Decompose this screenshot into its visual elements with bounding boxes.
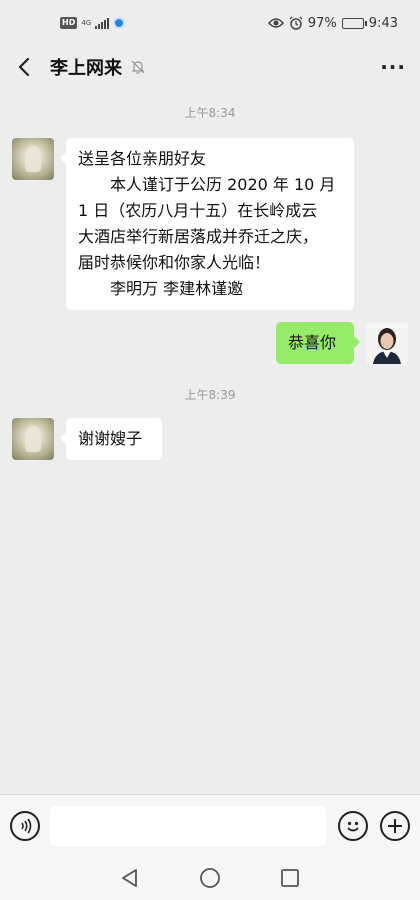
avatar-figure bbox=[25, 146, 41, 172]
nav-back-icon[interactable] bbox=[120, 868, 140, 888]
message-line: 大酒店举行新居落成并乔迁之庆， bbox=[78, 227, 319, 246]
hd-badge: HD bbox=[60, 17, 78, 29]
status-bar: HD 4G 97% 9:43 bbox=[0, 0, 420, 46]
avatar-figure bbox=[25, 426, 41, 452]
message-line: 李明万 李建林谨邀 bbox=[110, 279, 244, 298]
message-bubble[interactable]: 谢谢嫂子 bbox=[60, 418, 162, 460]
nav-recents-icon[interactable] bbox=[280, 868, 300, 888]
message-line: 本人谨订于公历 2020 年 10 月 bbox=[110, 175, 336, 194]
chat-header: 李上网来 ··· bbox=[0, 46, 420, 88]
battery-icon bbox=[341, 17, 367, 29]
battery-percent: 97% bbox=[307, 15, 337, 31]
clock: 9:43 bbox=[368, 15, 398, 31]
avatar[interactable] bbox=[12, 138, 54, 180]
message-line: 1 日（农历八月十五）在长岭成云 bbox=[78, 201, 318, 220]
eye-icon bbox=[267, 18, 284, 28]
emoji-icon[interactable] bbox=[338, 810, 368, 841]
app-dot-icon bbox=[113, 17, 126, 29]
alarm-icon bbox=[289, 16, 303, 30]
nav-home-icon[interactable] bbox=[199, 867, 221, 889]
message-input[interactable] bbox=[50, 805, 326, 846]
voice-icon[interactable] bbox=[10, 810, 40, 841]
chat-title: 李上网来 bbox=[50, 58, 122, 79]
back-icon[interactable] bbox=[14, 57, 34, 77]
network-type: 4G bbox=[81, 18, 92, 27]
person-icon bbox=[366, 322, 408, 364]
plus-icon[interactable] bbox=[380, 810, 410, 841]
more-icon[interactable]: ··· bbox=[380, 55, 406, 79]
avatar[interactable] bbox=[12, 418, 54, 460]
message-bubble-outgoing[interactable]: 恭喜你 bbox=[276, 322, 360, 364]
system-nav-bar bbox=[0, 856, 420, 900]
status-right: 97% 9:43 bbox=[267, 15, 398, 31]
message-bubble[interactable]: 送呈各位亲朋好友 本人谨订于公历 2020 年 10 月 1 日（农历八月十五）… bbox=[60, 138, 354, 310]
message-line: 届时恭候你和你家人光临！ bbox=[78, 253, 271, 272]
timestamp: 上午8:39 bbox=[184, 388, 236, 402]
input-bar bbox=[0, 794, 420, 856]
signal-icon bbox=[95, 17, 110, 29]
mute-bell-icon bbox=[131, 60, 145, 74]
chat-area[interactable]: 上午8:34 送呈各位亲朋好友 本人谨订于公历 2020 年 10 月 1 日（… bbox=[0, 88, 420, 794]
message-line: 送呈各位亲朋好友 bbox=[78, 149, 207, 168]
timestamp: 上午8:34 bbox=[184, 106, 236, 120]
my-avatar[interactable] bbox=[366, 322, 408, 364]
status-left: HD 4G bbox=[60, 17, 126, 29]
